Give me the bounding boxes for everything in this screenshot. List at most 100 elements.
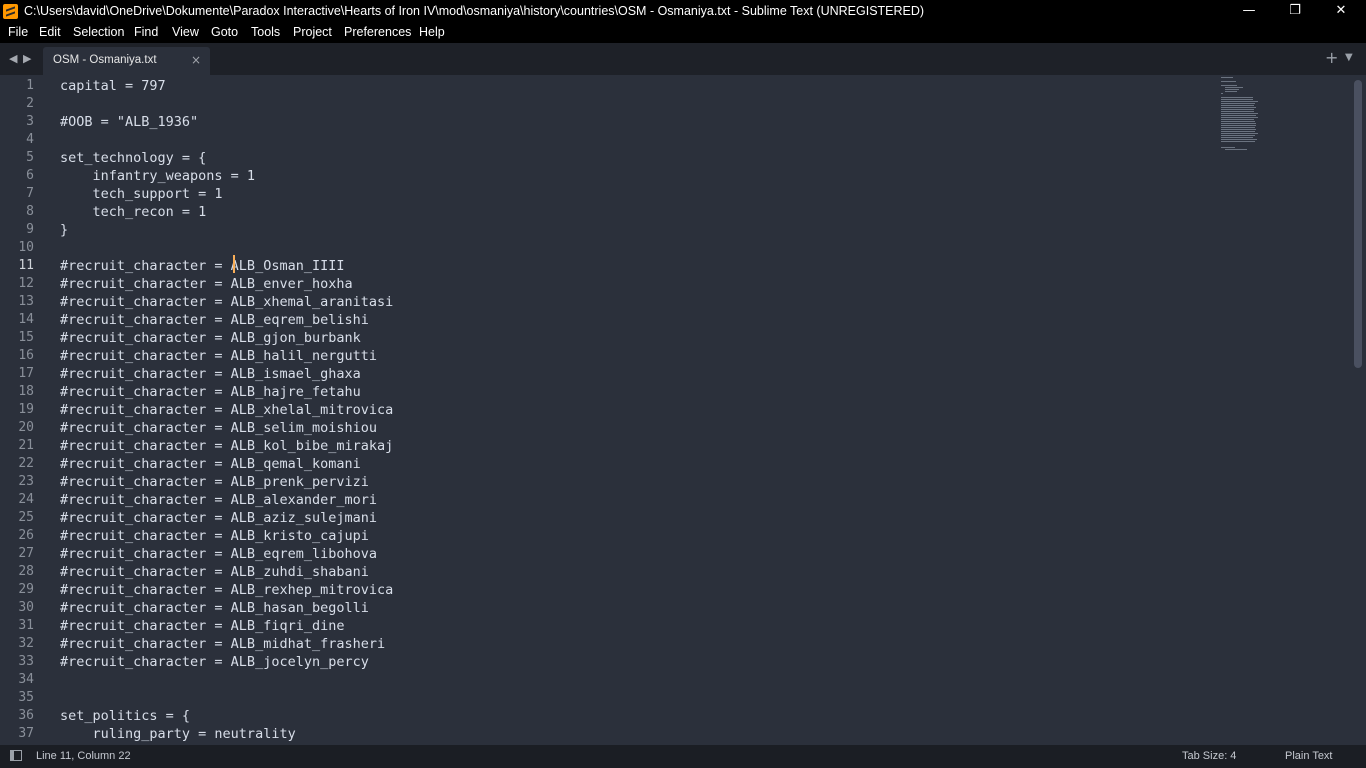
minimap-line <box>1221 129 1257 130</box>
code-line[interactable]: #recruit_character = ALB_fiqri_dine <box>60 617 344 635</box>
title-bar: C:\Users\david\OneDrive\Dokumente\Parado… <box>0 0 1366 23</box>
menu-find[interactable]: Find <box>134 25 158 39</box>
menu-bar: File Edit Selection Find View Goto Tools… <box>0 23 1366 43</box>
tab-bar: ◀ ▶ OSM - Osmaniya.txt × + ▼ <box>0 43 1366 75</box>
code-line[interactable]: #recruit_character = ALB_midhat_frasheri <box>60 635 385 653</box>
line-number: 27 <box>18 546 34 561</box>
tab-list-dropdown-icon[interactable]: ▼ <box>1345 52 1353 63</box>
minimap-line <box>1221 85 1238 86</box>
line-number: 12 <box>18 276 34 291</box>
menu-tools[interactable]: Tools <box>251 25 280 39</box>
editor-area[interactable]: 1 2 3 4 5 6 7 8 9 10 11 12 13 14 15 16 17 18 19 20 21 22 23 24 2… <box>0 75 1366 745</box>
minimap-line <box>1221 127 1256 128</box>
code-line[interactable]: } <box>60 221 68 239</box>
line-number: 2 <box>26 96 34 111</box>
sublime-text-logo-icon <box>3 4 18 19</box>
code-line[interactable]: #recruit_character = ALB_qemal_komani <box>60 455 361 473</box>
code-line[interactable]: #recruit_character = ALB_gjon_burbank <box>60 329 361 347</box>
menu-preferences[interactable]: Preferences <box>344 25 411 39</box>
code-line[interactable]: #recruit_character = ALB_rexhep_mitrovic… <box>60 581 393 599</box>
line-number: 20 <box>18 420 34 435</box>
line-number: 35 <box>18 690 34 705</box>
line-number: 1 <box>26 78 34 93</box>
code-line[interactable]: #recruit_character = ALB_ismael_ghaxa <box>60 365 361 383</box>
tab-back-arrow-icon[interactable]: ◀ <box>9 52 17 65</box>
vertical-scrollbar[interactable] <box>1354 80 1362 368</box>
tab-label: OSM - Osmaniya.txt <box>53 54 157 66</box>
minimap-line <box>1221 125 1257 126</box>
menu-view[interactable]: View <box>172 25 199 39</box>
code-line[interactable]: set_technology = { <box>60 149 206 167</box>
minimap-line <box>1221 119 1255 120</box>
code-line[interactable]: #recruit_character = ALB_selim_moishiou <box>60 419 377 437</box>
minimap-line <box>1221 117 1258 118</box>
menu-edit[interactable]: Edit <box>39 25 61 39</box>
code-line[interactable]: #recruit_character = ALB_hasan_begolli <box>60 599 369 617</box>
code-line[interactable]: #recruit_character = ALB_eqrem_libohova <box>60 545 377 563</box>
code-line[interactable]: #recruit_character = ALB_xhelal_mitrovic… <box>60 401 393 419</box>
code-line[interactable]: #recruit_character = ALB_kristo_cajupi <box>60 527 369 545</box>
code-line[interactable]: #recruit_character = ALB_prenk_pervizi <box>60 473 369 491</box>
code-line[interactable]: #recruit_character = ALB_enver_hoxha <box>60 275 353 293</box>
minimap-line <box>1221 77 1233 78</box>
line-number: 9 <box>26 222 34 237</box>
syntax-indicator[interactable]: Plain Text <box>1285 750 1333 762</box>
line-number: 15 <box>18 330 34 345</box>
code-line[interactable]: infantry_weapons = 1 <box>60 167 256 185</box>
code-line[interactable]: #recruit_character = ALB_halil_nergutti <box>60 347 377 365</box>
line-number: 22 <box>18 456 34 471</box>
code-line[interactable]: set_politics = { <box>60 707 190 725</box>
line-number: 13 <box>18 294 34 309</box>
new-tab-plus-icon[interactable]: + <box>1325 48 1338 67</box>
tab-size-indicator[interactable]: Tab Size: 4 <box>1182 750 1236 762</box>
code-line[interactable]: ruling_party = neutrality <box>60 725 296 743</box>
line-number: 21 <box>18 438 34 453</box>
tab-osm-osmaniya[interactable]: OSM - Osmaniya.txt × <box>43 47 210 75</box>
code-line[interactable]: #OOB = "ALB_1936" <box>60 113 198 131</box>
code-line[interactable]: #recruit_character = ALB_jocelyn_percy <box>60 653 369 671</box>
line-number: 17 <box>18 366 34 381</box>
window-title: C:\Users\david\OneDrive\Dokumente\Parado… <box>24 4 925 18</box>
minimap[interactable] <box>1218 75 1352 745</box>
menu-file[interactable]: File <box>8 25 28 39</box>
line-number-gutter: 1 2 3 4 5 6 7 8 9 10 11 12 13 14 15 16 17 18 19 20 21 22 23 24 2… <box>0 75 44 745</box>
code-line[interactable]: #recruit_character = ALB_alexander_mori <box>60 491 377 509</box>
line-number: 6 <box>26 168 34 183</box>
code-line[interactable]: tech_recon = 1 <box>60 203 207 221</box>
menu-selection[interactable]: Selection <box>73 25 124 39</box>
minimap-line <box>1221 147 1236 148</box>
menu-goto[interactable]: Goto <box>211 25 238 39</box>
line-number: 30 <box>18 600 34 615</box>
code-line[interactable]: #recruit_character = ALB_zuhdi_shabani <box>60 563 369 581</box>
minimap-line <box>1224 89 1239 90</box>
code-line[interactable]: tech_support = 1 <box>60 185 223 203</box>
tab-forward-arrow-icon[interactable]: ▶ <box>23 52 31 65</box>
close-window-button[interactable]: ✕ <box>1318 0 1364 23</box>
minimap-line <box>1221 115 1257 116</box>
minimap-line <box>1224 91 1238 92</box>
code-line[interactable]: capital = 797 <box>60 77 166 95</box>
minimap-line <box>1221 133 1258 134</box>
line-number: 8 <box>26 204 34 219</box>
tab-close-icon[interactable]: × <box>191 53 201 67</box>
line-number: 28 <box>18 564 34 579</box>
minimap-line <box>1221 93 1223 94</box>
minimize-button[interactable]: — <box>1226 0 1272 23</box>
code-line[interactable]: #recruit_character = ALB_xhemal_aranitas… <box>60 293 393 311</box>
minimap-line <box>1224 149 1248 150</box>
menu-help[interactable]: Help <box>419 25 445 39</box>
line-number: 25 <box>18 510 34 525</box>
minimap-line <box>1221 99 1254 100</box>
code-line[interactable]: #recruit_character = ALB_kol_bibe_miraka… <box>60 437 393 455</box>
line-number: 11 <box>18 258 34 273</box>
toggle-panel-icon[interactable] <box>10 750 22 761</box>
menu-project[interactable]: Project <box>293 25 332 39</box>
code-line[interactable]: #recruit_character = ALB_aziz_sulejmani <box>60 509 377 527</box>
minimap-line <box>1221 105 1255 106</box>
code-line[interactable]: #recruit_character = ALB_Osman_IIII <box>60 257 344 275</box>
minimap-line <box>1221 131 1256 132</box>
restore-button[interactable]: ❐ <box>1272 0 1318 23</box>
minimap-line <box>1221 97 1253 98</box>
code-line[interactable]: #recruit_character = ALB_hajre_fetahu <box>60 383 361 401</box>
code-line[interactable]: #recruit_character = ALB_eqrem_belishi <box>60 311 369 329</box>
